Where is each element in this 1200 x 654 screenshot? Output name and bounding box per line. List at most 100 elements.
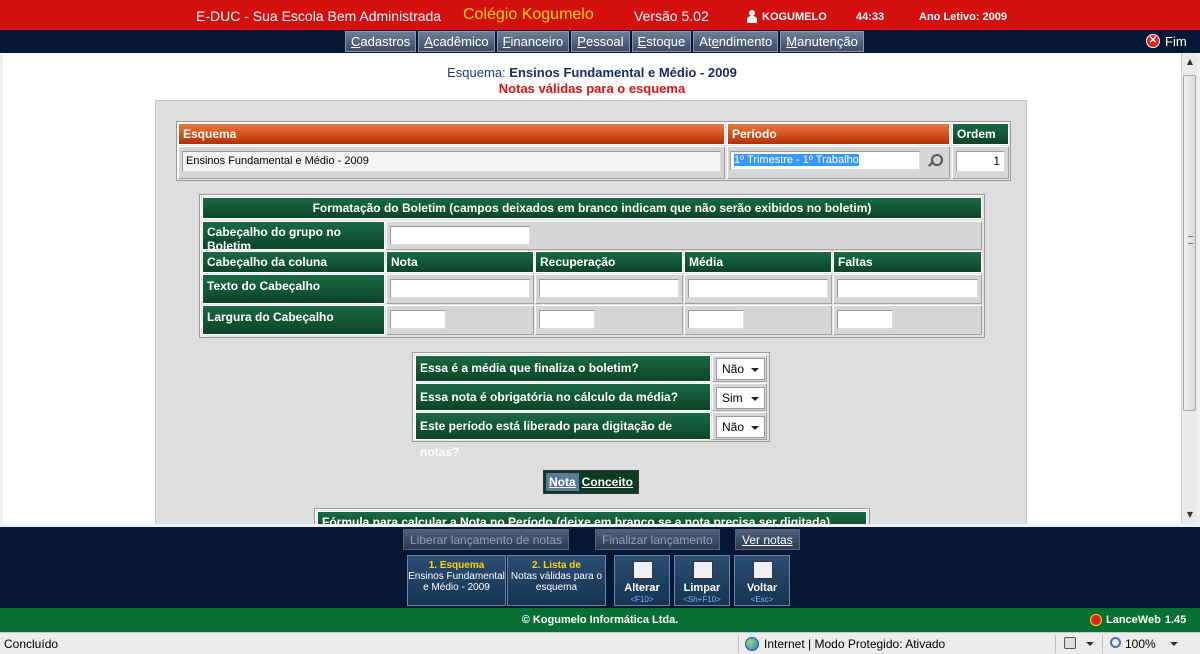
page-title-value: Ensinos Fundamental e Médio - 2009 [509, 65, 737, 80]
action-bar: Liberar lançamento de notas Finalizar la… [0, 527, 1200, 552]
app-name: E-DUC - Sua Escola Bem Administrada [196, 8, 442, 24]
texto-input-faltas[interactable] [837, 279, 978, 298]
question-label: Essa nota é obrigatória no cálculo da mé… [415, 383, 711, 411]
chevron-down-icon[interactable] [1170, 642, 1178, 646]
largura-label: Largura do Cabeçalho [202, 305, 385, 335]
footer: © Kogumelo Informática Ltda. LanceWeb 1.… [0, 608, 1200, 632]
largura-input-recuperacao[interactable] [539, 310, 595, 329]
security-zone: Internet | Modo Protegido: Ativado [764, 637, 946, 651]
brand: LanceWeb 1.45 [1090, 614, 1186, 626]
zoom-icon[interactable] [1110, 637, 1121, 648]
ver-notas-label: Ver notas [742, 533, 793, 547]
voltar-label: Voltar [746, 582, 778, 594]
obrigatoria-select[interactable]: Sim [716, 387, 765, 409]
menu-estoque[interactable]: Estoque [631, 31, 692, 52]
protected-mode-icon[interactable] [1064, 637, 1076, 649]
tab-notas[interactable]: 2. Lista de Notas válidas para o esquema [507, 555, 606, 606]
col-faltas-header: Faltas [833, 251, 982, 273]
formula-label: Fórmula para calcular a Nota no Período … [317, 511, 867, 524]
liberado-select[interactable]: Não [716, 416, 765, 438]
scroll-down-icon[interactable]: ▼ [1182, 508, 1198, 522]
logout-button[interactable]: ✕ Fim [1146, 32, 1187, 50]
main-menu: Cadastros Acadêmico Financeiro Pessoal E… [0, 30, 1200, 53]
close-icon: ✕ [1146, 34, 1160, 48]
texto-label: Texto do Cabeçalho [202, 274, 385, 304]
voltar-key: <Esc> [750, 595, 774, 604]
app-header: E-DUC - Sua Escola Bem Administrada Colé… [0, 0, 1200, 30]
alterar-key: <F10> [630, 595, 654, 604]
app-window: { "topbar": { "app_name": "E-DUC - Sua E… [0, 0, 1200, 654]
texto-input-recuperacao[interactable] [539, 279, 679, 298]
tab-notas-title: 2. Lista de [532, 560, 581, 571]
vertical-scrollbar[interactable]: ▲ ▼ [1181, 53, 1197, 524]
app-version: Versão 5.02 [634, 8, 709, 24]
col-nota-header: Nota [386, 251, 534, 273]
limpar-key: <Sh+F10> [683, 595, 721, 604]
school-name: Colégio Kogumelo [463, 6, 594, 23]
col-media-header: Média [684, 251, 832, 273]
user-name: KOGUMELO [762, 11, 827, 23]
tab-notas-text: Notas válidas para o esquema [510, 571, 603, 593]
question-label: Essa é a média que finaliza o boletim? [415, 355, 711, 382]
grupo-input[interactable] [390, 226, 530, 245]
content-area: Esquema: Ensinos Fundamental e Médio - 2… [3, 53, 1181, 524]
menu-pessoal[interactable]: Pessoal [571, 31, 630, 52]
question-label: Este período está liberado para digitaçã… [415, 412, 711, 459]
ordem-header: Ordem [952, 123, 1009, 145]
esquema-field[interactable]: Ensinos Fundamental e Médio - 2009 [182, 151, 721, 172]
alterar-button[interactable]: Alterar <F10> [614, 555, 670, 606]
session-timer: 44:33 [856, 11, 885, 23]
alterar-label: Alterar [624, 582, 660, 594]
tab-esquema-text: Ensinos Fundamental e Médio - 2009 [408, 571, 505, 593]
scroll-thumb[interactable] [1183, 75, 1196, 411]
globe-icon [745, 637, 759, 651]
menu-academico[interactable]: Acadêmico [418, 31, 495, 52]
limpar-button[interactable]: Limpar <Sh+F10> [674, 555, 730, 606]
periodo-field[interactable]: 1º Trimestre - 1º Trabalho [730, 151, 920, 170]
toggle-conceito[interactable]: Conceito [579, 473, 636, 491]
liberar-button[interactable]: Liberar lançamento de notas [403, 529, 570, 550]
grupo-label: Cabeçalho do grupo no Boletim [202, 221, 385, 253]
voltar-button[interactable]: Voltar <Esc> [734, 555, 790, 606]
form-panel: Esquema Período Ordem Ensinos Fundamenta… [155, 100, 1027, 524]
clear-icon [693, 561, 713, 579]
toggle-nota[interactable]: Nota [546, 473, 579, 491]
menu-cadastros[interactable]: Cadastros [345, 31, 417, 52]
chevron-down-icon[interactable] [1086, 642, 1094, 646]
user-icon [746, 10, 758, 23]
bottom-toolbar: 1. Esquema Ensinos Fundamental e Médio -… [0, 552, 1200, 608]
tab-esquema[interactable]: 1. Esquema Ensinos Fundamental e Médio -… [407, 555, 506, 606]
status-text: Concluído [4, 637, 59, 651]
periodo-header: Período [727, 123, 950, 145]
finaliza-select[interactable]: Não [716, 358, 765, 380]
menu-atendimento[interactable]: Atendimento [693, 31, 779, 52]
browser-status-bar: Concluído Internet | Modo Protegido: Ati… [0, 632, 1200, 654]
zoom-level[interactable]: 100% [1125, 637, 1156, 651]
ver-notas-button[interactable]: Ver notas [735, 529, 800, 550]
lanceweb-logo-icon [1090, 614, 1102, 626]
scroll-up-icon[interactable]: ▲ [1182, 55, 1198, 69]
largura-input-faltas[interactable] [837, 310, 893, 329]
logout-label: Fim [1165, 33, 1187, 49]
esquema-header: Esquema [178, 123, 725, 145]
school-year: Ano Letivo: 2009 [919, 11, 1008, 23]
menu-financeiro[interactable]: Financeiro [496, 31, 570, 52]
texto-input-media[interactable] [688, 279, 828, 298]
largura-input-nota[interactable] [390, 310, 446, 329]
brand-version: 1.45 [1164, 614, 1187, 626]
col-recuperacao-header: Recuperação [535, 251, 683, 273]
ordem-field[interactable]: 1 [956, 151, 1005, 172]
boletim-title: Formatação do Boletim (campos deixados e… [202, 197, 982, 219]
largura-input-media[interactable] [688, 310, 744, 329]
back-icon [753, 561, 773, 579]
texto-input-nota[interactable] [390, 279, 530, 298]
copyright: © Kogumelo Informática Ltda. [521, 614, 679, 626]
menu-manutencao[interactable]: Manutenção [780, 31, 864, 52]
grade-type-toggle: Nota Conceito [543, 470, 640, 494]
brand-name: LanceWeb [1106, 614, 1161, 626]
edit-icon [633, 561, 653, 579]
periodo-field-value: 1º Trimestre - 1º Trabalho [734, 154, 859, 166]
tab-esquema-title: 1. Esquema [428, 560, 485, 571]
search-icon[interactable] [926, 153, 943, 169]
finalizar-button[interactable]: Finalizar lançamento [595, 529, 720, 550]
